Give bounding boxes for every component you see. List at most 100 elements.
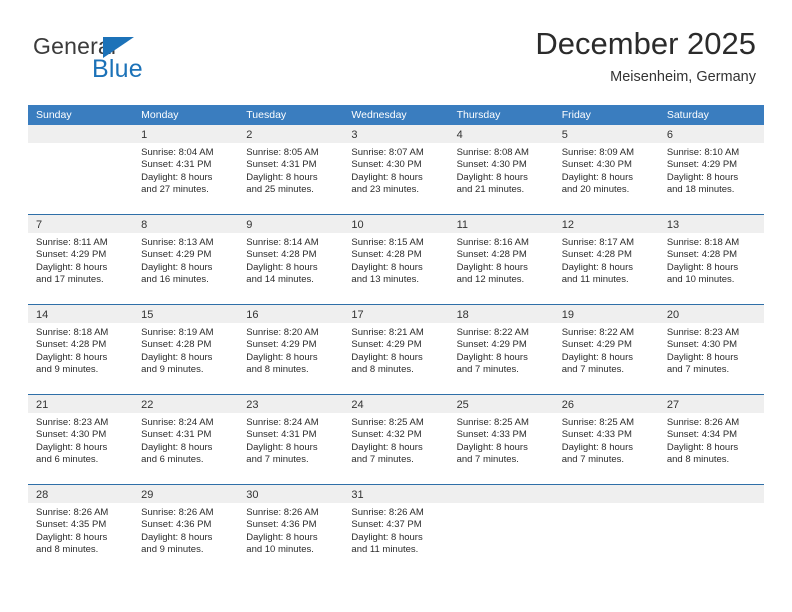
calendar-day-cell[interactable]: 21 Sunrise: 8:23 AM Sunset: 4:30 PM Dayligh… xyxy=(28,395,134,484)
calendar-day-cell[interactable]: 5 Sunrise: 8:09 AM Sunset: 4:30 PM Daylight… xyxy=(553,125,659,214)
sunrise-text: Sunrise: 8:14 AM xyxy=(246,237,319,248)
sunrise-text: Sunrise: 8:24 AM xyxy=(246,417,319,428)
calendar-day-cell[interactable]: 10 Sunrise: 8:15 AM Sunset: 4:28 PM Dayligh… xyxy=(343,215,449,304)
sunrise-text: Sunrise: 8:23 AM xyxy=(666,327,740,338)
calendar-day-cell[interactable]: 13 Sunrise: 8:18 AM Sunset: 4:28 PM Dayligh… xyxy=(658,215,764,304)
day-number: 5 xyxy=(561,129,568,141)
calendar-day-cell[interactable]: 27 Sunrise: 8:26 AM Sunset: 4:34 PM Dayligh… xyxy=(658,395,764,484)
sunset-text: Sunset: 4:29 PM xyxy=(351,339,422,351)
day-number-strip: 24 xyxy=(343,395,449,413)
day-details: Sunrise: 8:17 AM Sunset: 4:28 PM Daylight:… xyxy=(554,233,659,287)
daylight-text-line1: Daylight: 8 hours xyxy=(561,351,633,363)
sunset-text: Sunset: 4:29 PM xyxy=(561,339,632,351)
day-number-strip: 2 xyxy=(238,125,344,143)
calendar-day-cell[interactable]: 15 Sunrise: 8:19 AM Sunset: 4:28 PM Dayligh… xyxy=(133,305,239,394)
daylight-text-line1: Daylight: 8 hours xyxy=(456,351,528,363)
daylight-text-line1: Daylight: 8 hours xyxy=(351,441,423,453)
day-number-strip: 28 xyxy=(28,485,134,503)
sunrise-text: Sunrise: 8:26 AM xyxy=(36,507,109,518)
calendar-day-cell[interactable]: 8 Sunrise: 8:13 AM Sunset: 4:29 PM Daylight… xyxy=(133,215,239,304)
calendar-day-cell[interactable]: 9 Sunrise: 8:14 AM Sunset: 4:28 PM Daylight… xyxy=(238,215,344,304)
day-number: 3 xyxy=(351,129,358,141)
sunset-text: Sunset: 4:31 PM xyxy=(246,159,317,171)
day-number-strip: 4 xyxy=(448,125,554,143)
calendar-day-cell[interactable]: 29 Sunrise: 8:26 AM Sunset: 4:36 PM Dayligh… xyxy=(133,485,239,574)
sunrise-text: Sunrise: 8:10 AM xyxy=(666,147,740,158)
daylight-text-line2: and 8 minutes. xyxy=(36,544,99,556)
daylight-text-line2: and 10 minutes. xyxy=(246,544,314,556)
sunrise-text: Sunrise: 8:11 AM xyxy=(36,237,108,248)
calendar-week-row: 14 Sunrise: 8:18 AM Sunset: 4:28 PM Dayligh… xyxy=(28,304,764,394)
calendar-day-cell[interactable]: 18 Sunrise: 8:22 AM Sunset: 4:29 PM Dayligh… xyxy=(448,305,554,394)
day-number-strip: 30 xyxy=(238,485,344,503)
day-number: 6 xyxy=(666,129,673,141)
sunrise-text: Sunrise: 8:16 AM xyxy=(456,237,529,248)
sunrise-text: Sunrise: 8:25 AM xyxy=(456,417,529,428)
title-block: December 2025 Meisenheim, Germany xyxy=(535,27,756,84)
sunset-text: Sunset: 4:29 PM xyxy=(456,339,527,351)
weekday-header-wednesday: Wednesday xyxy=(351,109,407,121)
daylight-text-line2: and 7 minutes. xyxy=(666,364,730,376)
sunrise-text: Sunrise: 8:26 AM xyxy=(246,507,319,518)
day-details: Sunrise: 8:26 AM Sunset: 4:35 PM Daylight:… xyxy=(28,503,133,557)
calendar-day-cell[interactable]: 2 Sunrise: 8:05 AM Sunset: 4:31 PM Daylight… xyxy=(238,125,344,214)
day-number-strip: 16 xyxy=(238,305,344,323)
day-number: 1 xyxy=(141,129,148,141)
day-number-strip: 29 xyxy=(133,485,239,503)
daylight-text-line1: Daylight: 8 hours xyxy=(351,531,423,543)
calendar-day-cell[interactable]: 28 Sunrise: 8:26 AM Sunset: 4:35 PM Dayligh… xyxy=(28,485,134,574)
calendar-day-cell[interactable]: 1 Sunrise: 8:04 AM Sunset: 4:31 PM Daylight… xyxy=(133,125,239,214)
daylight-text-line1: Daylight: 8 hours xyxy=(351,351,423,363)
calendar-day-cell[interactable]: 12 Sunrise: 8:17 AM Sunset: 4:28 PM Dayligh… xyxy=(553,215,659,304)
daylight-text-line1: Daylight: 8 hours xyxy=(36,441,108,453)
calendar-day-cell[interactable]: 17 Sunrise: 8:21 AM Sunset: 4:29 PM Dayligh… xyxy=(343,305,449,394)
sunset-text: Sunset: 4:30 PM xyxy=(456,159,527,171)
day-number: 30 xyxy=(246,489,259,501)
calendar-day-cell[interactable]: 20 Sunrise: 8:23 AM Sunset: 4:30 PM Dayligh… xyxy=(658,305,764,394)
day-number: 23 xyxy=(246,399,259,411)
weekday-header-tuesday: Tuesday xyxy=(246,109,287,121)
daylight-text-line1: Daylight: 8 hours xyxy=(666,171,739,183)
daylight-text-line1: Daylight: 8 hours xyxy=(456,441,528,453)
daylight-text-line1: Daylight: 8 hours xyxy=(141,261,213,273)
sunset-text: Sunset: 4:28 PM xyxy=(561,249,632,261)
day-number: 10 xyxy=(351,219,364,231)
calendar-day-cell[interactable]: 6 Sunrise: 8:10 AM Sunset: 4:29 PM Daylight… xyxy=(658,125,764,214)
daylight-text-line2: and 6 minutes. xyxy=(141,454,204,466)
weekday-header-saturday: Saturday xyxy=(666,109,709,121)
calendar-day-cell[interactable]: 30 Sunrise: 8:26 AM Sunset: 4:36 PM Dayligh… xyxy=(238,485,344,574)
day-details: Sunrise: 8:22 AM Sunset: 4:29 PM Daylight:… xyxy=(554,323,659,377)
day-number: 21 xyxy=(36,399,49,411)
day-number-strip xyxy=(448,485,554,503)
calendar-day-cell[interactable]: 4 Sunrise: 8:08 AM Sunset: 4:30 PM Daylight… xyxy=(448,125,554,214)
calendar-day-cell[interactable]: 22 Sunrise: 8:24 AM Sunset: 4:31 PM Dayligh… xyxy=(133,395,239,484)
day-number-strip: 15 xyxy=(133,305,239,323)
day-number: 2 xyxy=(246,129,253,141)
calendar-day-cell[interactable]: 7 Sunrise: 8:11 AM Sunset: 4:29 PM Daylight… xyxy=(28,215,134,304)
day-number-strip: 6 xyxy=(658,125,764,143)
day-number-strip: 7 xyxy=(28,215,134,233)
calendar-day-cell[interactable]: 19 Sunrise: 8:22 AM Sunset: 4:29 PM Dayligh… xyxy=(553,305,659,394)
day-number-strip xyxy=(658,485,764,503)
calendar-day-cell[interactable]: 3 Sunrise: 8:07 AM Sunset: 4:30 PM Daylight… xyxy=(343,125,449,214)
sunset-text: Sunset: 4:29 PM xyxy=(666,159,738,171)
calendar-day-cell[interactable]: 24 Sunrise: 8:25 AM Sunset: 4:32 PM Dayligh… xyxy=(343,395,449,484)
day-number: 9 xyxy=(246,219,253,231)
daylight-text-line2: and 21 minutes. xyxy=(456,184,525,196)
calendar-day-cell[interactable]: 31 Sunrise: 8:26 AM Sunset: 4:37 PM Dayligh… xyxy=(343,485,449,574)
calendar-day-cell[interactable]: 14 Sunrise: 8:18 AM Sunset: 4:28 PM Dayligh… xyxy=(28,305,134,394)
daylight-text-line1: Daylight: 8 hours xyxy=(666,351,739,363)
daylight-text-line2: and 14 minutes. xyxy=(246,274,314,286)
calendar-day-cell[interactable]: 25 Sunrise: 8:25 AM Sunset: 4:33 PM Dayligh… xyxy=(448,395,554,484)
daylight-text-line1: Daylight: 8 hours xyxy=(561,441,633,453)
logo-general-blue[interactable]: General Blue xyxy=(33,33,213,87)
calendar-day-cell[interactable]: 11 Sunrise: 8:16 AM Sunset: 4:28 PM Dayligh… xyxy=(448,215,554,304)
logo-text-blue: Blue xyxy=(92,55,143,83)
day-number: 8 xyxy=(141,219,148,231)
daylight-text-line2: and 9 minutes. xyxy=(141,544,204,556)
calendar-day-cell[interactable]: 16 Sunrise: 8:20 AM Sunset: 4:29 PM Dayligh… xyxy=(238,305,344,394)
day-details: Sunrise: 8:15 AM Sunset: 4:28 PM Daylight:… xyxy=(343,233,448,287)
calendar-day-cell[interactable]: 23 Sunrise: 8:24 AM Sunset: 4:31 PM Dayligh… xyxy=(238,395,344,484)
calendar-day-cell[interactable]: 26 Sunrise: 8:25 AM Sunset: 4:33 PM Dayligh… xyxy=(553,395,659,484)
daylight-text-line1: Daylight: 8 hours xyxy=(456,261,528,273)
